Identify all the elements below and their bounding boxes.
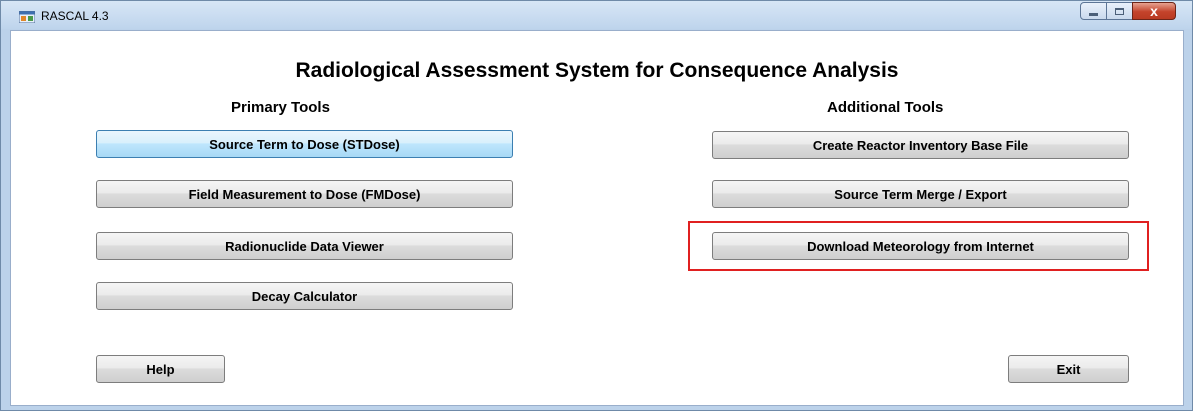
stdose-button[interactable]: Source Term to Dose (STDose) <box>96 130 513 158</box>
highlight-annotation <box>688 221 1149 271</box>
source-term-merge-button[interactable]: Source Term Merge / Export <box>712 180 1129 208</box>
primary-tools-label: Primary Tools <box>231 99 330 116</box>
minimize-icon <box>1089 12 1098 16</box>
maximize-icon <box>1115 7 1124 15</box>
create-reactor-inventory-button[interactable]: Create Reactor Inventory Base File <box>712 131 1129 159</box>
maximize-button[interactable] <box>1106 2 1133 20</box>
minimize-button[interactable] <box>1080 2 1107 20</box>
additional-tools-label: Additional Tools <box>827 99 944 116</box>
exit-button[interactable]: Exit <box>1008 355 1129 383</box>
window-controls: x <box>1080 2 1176 22</box>
main-window: RASCAL 4.3 x Radiological Assessment Sys… <box>0 0 1193 411</box>
close-button[interactable]: x <box>1132 2 1176 20</box>
close-icon: x <box>1150 3 1158 19</box>
window-title: RASCAL 4.3 <box>41 9 109 23</box>
help-button[interactable]: Help <box>96 355 225 383</box>
decay-calculator-button[interactable]: Decay Calculator <box>96 282 513 310</box>
client-area: Radiological Assessment System for Conse… <box>10 30 1184 406</box>
page-title: Radiological Assessment System for Conse… <box>295 59 899 82</box>
radionuclide-viewer-button[interactable]: Radionuclide Data Viewer <box>96 232 513 260</box>
app-window-icon <box>19 11 35 23</box>
title-bar[interactable]: RASCAL 4.3 x <box>1 1 1192 29</box>
fmdose-button[interactable]: Field Measurement to Dose (FMDose) <box>96 180 513 208</box>
